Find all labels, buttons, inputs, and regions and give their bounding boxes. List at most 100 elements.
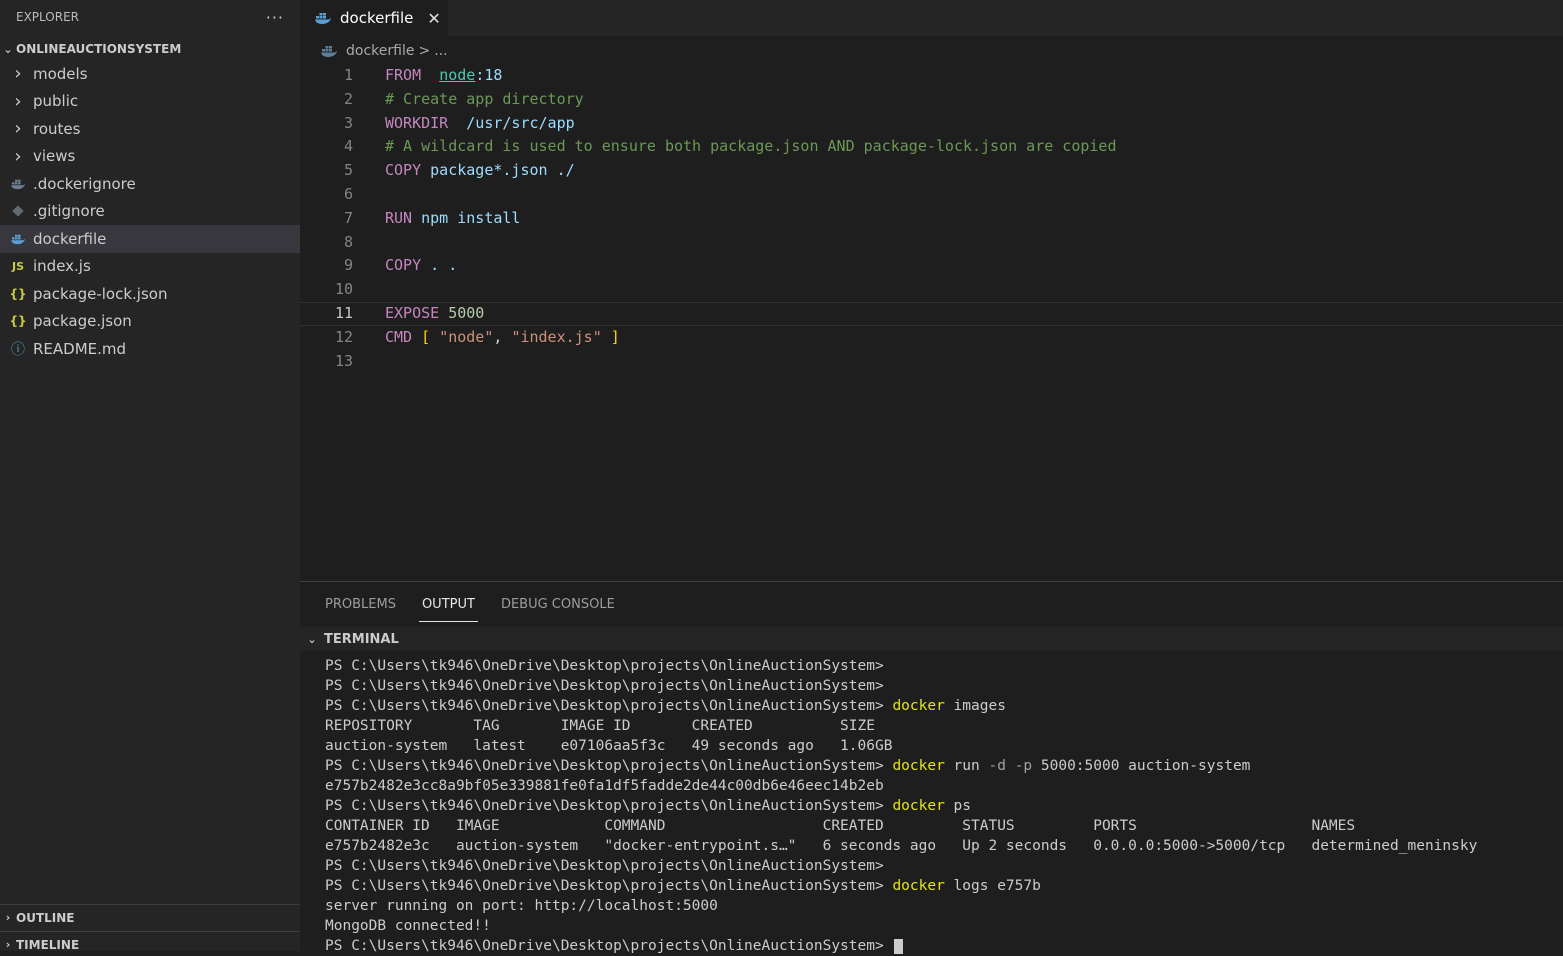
chevron-down-icon: ⌄ <box>3 42 13 56</box>
sidebar-item-gitignore[interactable]: .gitignore <box>0 198 300 226</box>
terminal-line: PS C:\Users\tk946\OneDrive\Desktop\proje… <box>325 696 1555 716</box>
sidebar-item-label: README.md <box>33 339 127 358</box>
sidebar-item-dockerfile[interactable]: dockerfile <box>0 225 300 253</box>
line-number: 10 <box>334 280 353 299</box>
code-editor[interactable]: 1 FROM node:18 2 # Create app directory 3 WOR… <box>300 64 1563 580</box>
close-icon[interactable]: ✕ <box>427 9 440 28</box>
outline-section-header[interactable]: › OUTLINE <box>0 904 300 930</box>
explorer-sidebar: EXPLORER ··· ⌄ ONLINEAUCTIONSYSTEM › mode… <box>0 0 300 951</box>
sidebar-item-label: models <box>33 64 88 83</box>
outline-label: OUTLINE <box>16 910 75 925</box>
code-text: COPY package*.json ./ <box>385 159 575 183</box>
sidebar-item-index-js[interactable]: JS index.js <box>0 253 300 281</box>
sidebar-item-label: .dockerignore <box>33 174 136 193</box>
chevron-right-icon: › <box>5 911 11 924</box>
json-icon: {} <box>9 314 27 329</box>
editor-tab-bar: dockerfile ✕ <box>300 0 1563 36</box>
terminal-text: ps <box>944 798 972 814</box>
line-number: 11 <box>334 303 353 322</box>
sidebar-item-dockerignore[interactable]: .dockerignore <box>0 170 300 198</box>
bottom-panel: PROBLEMS OUTPUT DEBUG CONSOLE ⌄ TERMINAL P… <box>300 581 1563 954</box>
terminal-line: auction-system latest e07106aa5f3c 49 se… <box>325 736 1555 756</box>
terminal-text: auction-system latest e07106aa5f3c 49 se… <box>325 738 893 754</box>
sidebar-item-public[interactable]: › public <box>0 88 300 116</box>
code-token: 5000 <box>448 303 485 322</box>
terminal-text: docker <box>892 758 945 774</box>
breadcrumb-symbols[interactable]: ... <box>434 43 447 59</box>
line-number: 4 <box>343 137 353 156</box>
sidebar-item-models[interactable]: › models <box>0 60 300 88</box>
sidebar-item-label: public <box>33 92 79 111</box>
code-token: EXPOSE <box>385 303 440 322</box>
code-line: 8 <box>300 231 1563 255</box>
sidebar-item-package-json[interactable]: {} package.json <box>0 308 300 336</box>
code-token: package*.json ./ <box>430 161 575 180</box>
timeline-label: TIMELINE <box>16 937 80 952</box>
sidebar-item-readme-md[interactable]: ⓘ README.md <box>0 335 300 363</box>
code-line: 6 <box>300 183 1563 207</box>
breadcrumb: dockerfile > ... <box>320 40 448 62</box>
chevron-right-icon: › <box>14 118 22 140</box>
tab-output[interactable]: OUTPUT <box>418 582 478 626</box>
code-line: 9 COPY . . <box>300 254 1563 278</box>
sidebar-item-routes[interactable]: › routes <box>0 115 300 143</box>
terminal-output[interactable]: PS C:\Users\tk946\OneDrive\Desktop\proje… <box>325 656 1555 956</box>
chevron-right-icon: › <box>5 938 11 951</box>
tab-dockerfile[interactable]: dockerfile ✕ <box>300 0 448 36</box>
terminal-line: e757b2482e3c auction-system "docker-entr… <box>325 836 1555 856</box>
terminal-line: REPOSITORY TAG IMAGE ID CREATED SIZE <box>325 716 1555 736</box>
terminal-line: PS C:\Users\tk946\OneDrive\Desktop\proje… <box>325 676 1555 696</box>
terminal-text: docker <box>892 878 945 894</box>
code-text: # A wildcard is used to ensure both pack… <box>385 135 1117 159</box>
code-line: 2 # Create app directory <box>300 88 1563 112</box>
chevron-down-icon: ⌄ <box>307 632 317 646</box>
terminal-line: PS C:\Users\tk946\OneDrive\Desktop\proje… <box>325 936 1555 956</box>
panel-tabs: PROBLEMS OUTPUT DEBUG CONSOLE <box>300 582 615 626</box>
tab-problems[interactable]: PROBLEMS <box>325 582 396 626</box>
tab-debug-console[interactable]: DEBUG CONSOLE <box>501 582 615 626</box>
more-actions-icon[interactable]: ··· <box>266 8 284 27</box>
terminal-text: PS C:\Users\tk946\OneDrive\Desktop\proje… <box>325 698 893 714</box>
sidebar-item-package-lock-json[interactable]: {} package-lock.json <box>0 280 300 308</box>
terminal-text: e757b2482e3cc8a9bf05e339881fe0fa1df5fadd… <box>325 778 884 794</box>
terminal-section-header[interactable]: ⌄ TERMINAL <box>300 627 1563 651</box>
sidebar-item-views[interactable]: › views <box>0 143 300 171</box>
terminal-text: PS C:\Users\tk946\OneDrive\Desktop\proje… <box>325 658 884 674</box>
docker-icon <box>7 233 29 245</box>
timeline-section-header[interactable]: › TIMELINE <box>0 931 300 951</box>
docker-icon <box>321 46 337 57</box>
sidebar-item-label: index.js <box>33 257 91 276</box>
line-number: 13 <box>334 351 353 370</box>
code-token: [ <box>421 327 431 346</box>
git-icon <box>7 205 29 217</box>
breadcrumb-file[interactable]: dockerfile <box>346 43 414 59</box>
sidebar-item-label: package-lock.json <box>33 284 168 303</box>
terminal-title: TERMINAL <box>324 631 399 647</box>
terminal-text: CONTAINER ID IMAGE COMMAND CREATED STATU… <box>325 818 1356 834</box>
code-line: 3 WORKDIR /usr/src/app <box>300 112 1563 136</box>
line-number: 2 <box>343 89 353 108</box>
code-token: , <box>493 327 512 346</box>
code-text: FROM node:18 <box>385 64 502 88</box>
sidebar-item-label: package.json <box>33 312 132 331</box>
sidebar-item-label: views <box>33 147 76 166</box>
line-number: 5 <box>343 161 353 180</box>
project-folder-header[interactable]: ⌄ ONLINEAUCTIONSYSTEM <box>0 38 300 60</box>
terminal-text: PS C:\Users\tk946\OneDrive\Desktop\proje… <box>325 858 884 874</box>
code-line: 13 <box>300 350 1563 374</box>
line-number: 3 <box>343 113 353 132</box>
terminal-line: PS C:\Users\tk946\OneDrive\Desktop\proje… <box>325 756 1555 776</box>
code-token: COPY <box>385 161 422 180</box>
chevron-right-icon: › <box>14 145 22 167</box>
code-text: CMD [ "node", "index.js" ] <box>385 326 620 350</box>
project-name: ONLINEAUCTIONSYSTEM <box>16 42 182 56</box>
terminal-line: CONTAINER ID IMAGE COMMAND CREATED STATU… <box>325 816 1555 836</box>
chevron-right-icon: › <box>14 63 22 85</box>
line-number: 1 <box>343 66 353 84</box>
